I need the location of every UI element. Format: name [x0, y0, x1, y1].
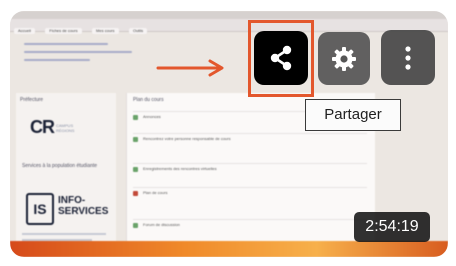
browser-tab: Fiches de cours — [45, 28, 82, 34]
share-icon — [270, 45, 292, 71]
arrow-right-icon — [156, 59, 224, 77]
settings-button[interactable] — [318, 32, 370, 85]
course-row: Enregistrements des rencontres virtuelle… — [133, 163, 367, 174]
row-label: Forum de discussion — [143, 222, 180, 227]
section-label: Préfecture — [20, 97, 44, 103]
main-title: Plan du cours — [133, 97, 164, 103]
nav-text-lines — [24, 37, 144, 67]
is-logo: IS — [26, 193, 54, 225]
browser-tab: Outils — [128, 28, 148, 34]
services-label: Services à la population étudiante — [22, 163, 98, 169]
course-row: Forum de discussion — [133, 219, 367, 230]
more-options-button[interactable] — [381, 30, 435, 85]
row-icon — [133, 137, 138, 142]
row-icon — [133, 191, 138, 196]
browser-tab: Accueil — [14, 28, 35, 34]
row-label: Plan de cours — [143, 190, 168, 195]
more-vertical-icon — [405, 45, 411, 70]
info-services-logo: INFO- SERVICES — [58, 195, 109, 217]
duration-badge: 2:54:19 — [354, 212, 430, 242]
row-icon — [133, 223, 138, 228]
row-icon — [133, 167, 138, 172]
gear-icon — [332, 46, 356, 71]
browser-tab-strip: Accueil Fiches de cours Mes cours Outils — [10, 19, 448, 34]
course-row: Rencontrez votre personne responsable de… — [133, 133, 367, 144]
cr-logo: CR — [30, 117, 55, 137]
row-label: Enregistrements des rencontres virtuelle… — [143, 166, 217, 171]
menu-bar — [10, 11, 448, 19]
browser-tab: Mes cours — [92, 28, 119, 34]
row-label: Rencontrez votre personne responsable de… — [143, 136, 231, 141]
left-panel: Préfecture CR CAMPUS RÉGIONS Services à … — [16, 93, 116, 253]
cr-logo-subtitle: CAMPUS RÉGIONS — [56, 123, 75, 133]
dock-wallpaper — [10, 241, 448, 257]
row-icon — [133, 115, 138, 120]
course-row: Plan de cours — [133, 187, 367, 198]
share-tooltip: Partager — [305, 99, 401, 131]
row-label: Annonces — [143, 114, 161, 119]
share-button[interactable] — [254, 31, 308, 85]
